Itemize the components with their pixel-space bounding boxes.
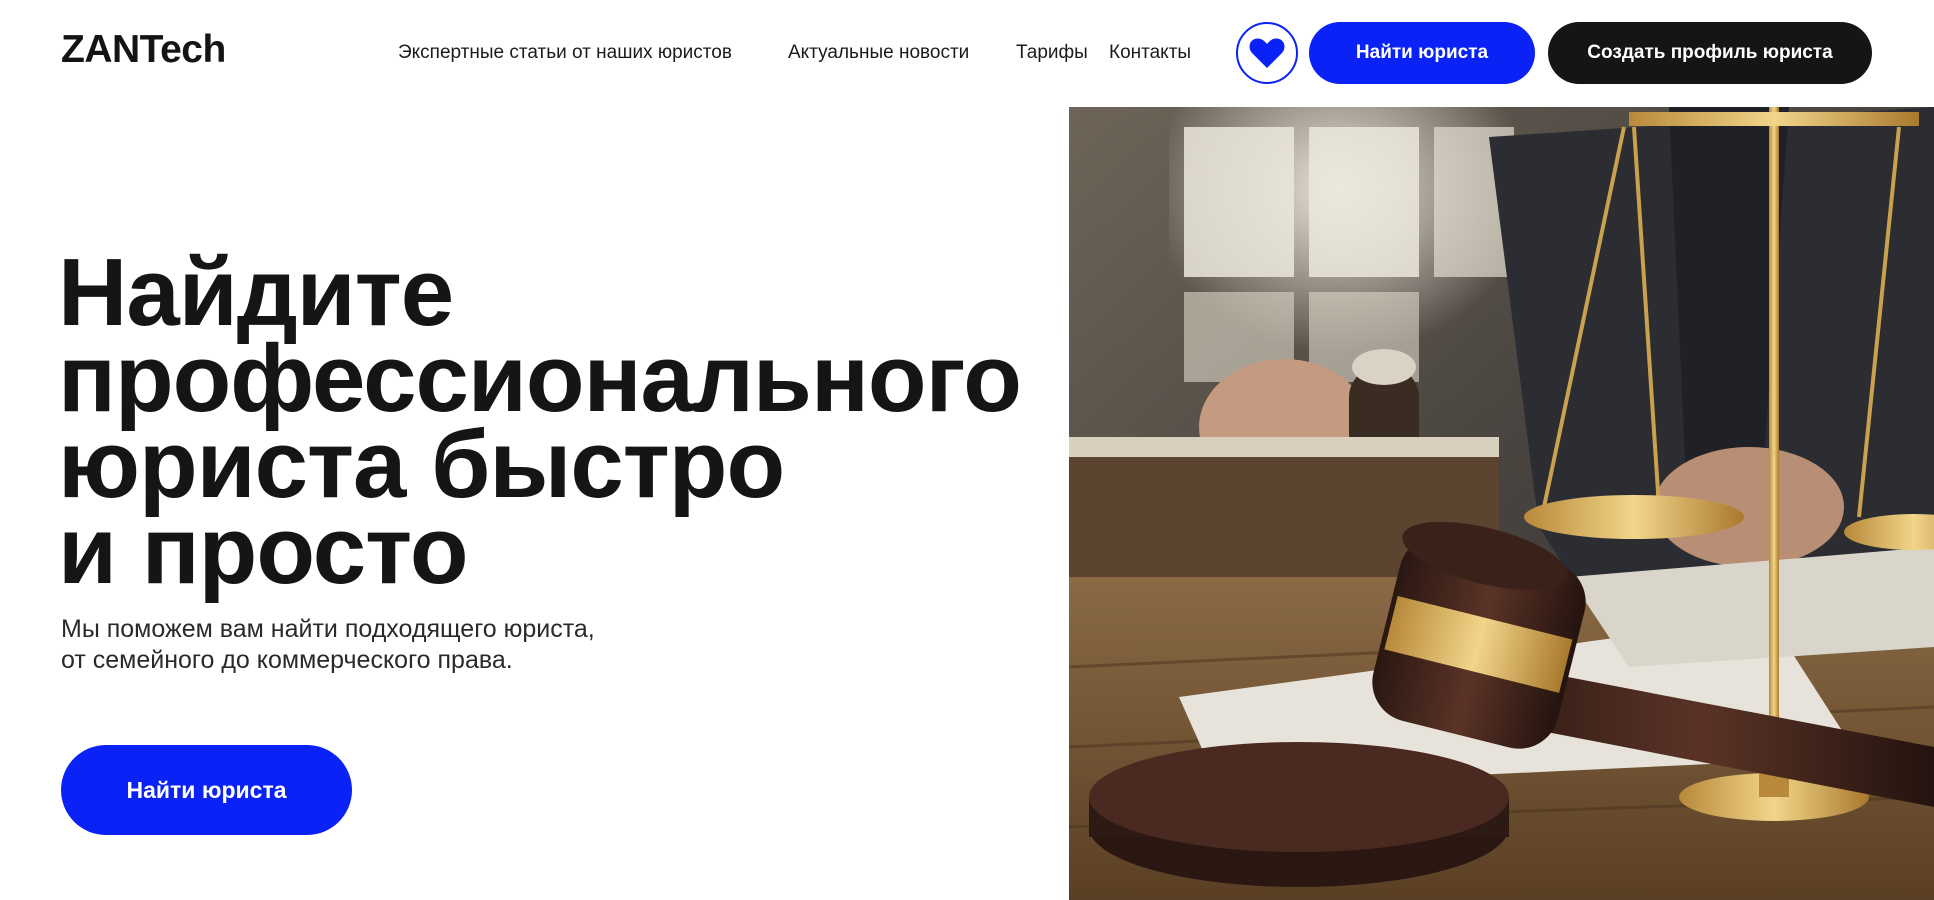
hero-subtitle-line: от семейного до коммерческого права. [61,646,513,674]
hero-title: Найдите профессионального юриста быстро … [58,239,1068,604]
hero-subtitle-line: Мы поможем вам найти подходящего юриста, [61,615,595,643]
hero-title-line: Найдите [58,239,454,346]
nav-link-news[interactable]: Актуальные новости [788,42,969,64]
heart-icon [1249,38,1285,68]
hero-title-line: юриста быстро [58,411,785,518]
nav-link-pricing[interactable]: Тарифы [1016,42,1088,64]
hero-image-gavel-scales [1069,107,1934,900]
site-header: ZANTech Экспертные статьи от наших юрист… [0,0,1934,107]
hero-find-lawyer-button[interactable]: Найти юриста [61,745,352,835]
nav-link-expert-articles[interactable]: Экспертные статьи от наших юристов [398,42,732,64]
hero-title-line: профессионального [58,325,1022,432]
create-lawyer-profile-button[interactable]: Создать профиль юриста [1548,22,1872,84]
hero-title-line: и просто [58,497,468,604]
favorites-button[interactable] [1236,22,1298,84]
nav-link-contacts[interactable]: Контакты [1109,42,1191,64]
hero-subtitle: Мы поможем вам найти подходящего юриста,… [61,614,761,676]
site-logo[interactable]: ZANTech [61,28,226,72]
find-lawyer-button[interactable]: Найти юриста [1309,22,1535,84]
